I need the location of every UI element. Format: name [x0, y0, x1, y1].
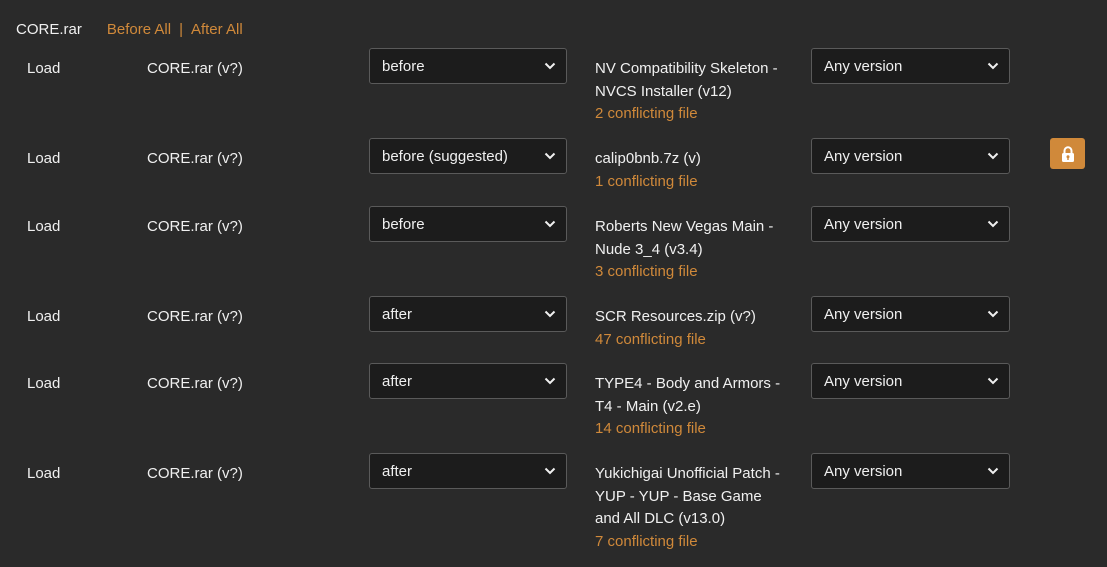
lock-icon: [1061, 145, 1074, 162]
version-select-value: Any version: [824, 372, 903, 390]
chevron-down-icon: [544, 310, 556, 318]
order-select-value: before: [382, 215, 425, 233]
order-select[interactable]: before (suggested): [369, 138, 567, 174]
conflicting-files-link[interactable]: 3 conflicting file: [595, 261, 790, 284]
file-name: CORE.rar: [16, 20, 82, 38]
target-mod-name: NV Compatibility Skeleton - NVCS Install…: [595, 60, 778, 100]
version-select-value: Any version: [824, 215, 903, 233]
order-select[interactable]: before: [369, 48, 567, 84]
after-all-link[interactable]: After All: [191, 21, 243, 38]
chevron-down-icon: [544, 377, 556, 385]
load-label: Load: [27, 465, 61, 482]
target-mod: TYPE4 - Body and Armors - T4 - Main (v2.…: [595, 373, 790, 441]
version-select-value: Any version: [824, 147, 903, 165]
chevron-down-icon: [544, 152, 556, 160]
chevron-down-icon: [987, 310, 999, 318]
order-select[interactable]: after: [369, 453, 567, 489]
version-select[interactable]: Any version: [811, 453, 1010, 489]
source-mod: CORE.rar (v?): [147, 218, 243, 235]
target-mod-name: TYPE4 - Body and Armors - T4 - Main (v2.…: [595, 375, 781, 415]
target-mod-name: SCR Resources.zip (v?): [595, 308, 756, 325]
order-select[interactable]: before: [369, 206, 567, 242]
load-label: Load: [27, 150, 61, 167]
conflicting-files-link[interactable]: 47 conflicting file: [595, 329, 790, 352]
target-mod-name: Roberts New Vegas Main - Nude 3_4 (v3.4): [595, 218, 774, 258]
order-select-value: after: [382, 305, 413, 323]
order-select-value: after: [382, 462, 413, 480]
version-select[interactable]: Any version: [811, 138, 1010, 174]
load-label: Load: [27, 375, 61, 392]
chevron-down-icon: [987, 377, 999, 385]
load-label: Load: [27, 308, 61, 325]
source-mod: CORE.rar (v?): [147, 60, 243, 77]
source-mod: CORE.rar (v?): [147, 375, 243, 392]
target-mod: calip0bnb.7z (v) 1 conflicting file: [595, 148, 790, 193]
version-select-value: Any version: [824, 462, 903, 480]
chevron-down-icon: [544, 467, 556, 475]
conflicting-files-link[interactable]: 2 conflicting file: [595, 103, 790, 126]
order-select-value: before (suggested): [382, 147, 508, 165]
order-select[interactable]: after: [369, 296, 567, 332]
chevron-down-icon: [544, 220, 556, 228]
separator: |: [179, 20, 183, 38]
order-select-value: before: [382, 57, 425, 75]
chevron-down-icon: [987, 220, 999, 228]
target-mod-name: Yukichigai Unofficial Patch - YUP - YUP …: [595, 465, 780, 527]
source-mod: CORE.rar (v?): [147, 465, 243, 482]
conflicting-files-link[interactable]: 7 conflicting file: [595, 531, 790, 554]
conflicting-files-link[interactable]: 1 conflicting file: [595, 171, 790, 194]
chevron-down-icon: [544, 62, 556, 70]
target-mod: NV Compatibility Skeleton - NVCS Install…: [595, 58, 790, 126]
version-select[interactable]: Any version: [811, 206, 1010, 242]
chevron-down-icon: [987, 152, 999, 160]
header: CORE.rar Before All | After All: [16, 19, 243, 39]
target-mod: Roberts New Vegas Main - Nude 3_4 (v3.4)…: [595, 216, 790, 284]
version-select-value: Any version: [824, 57, 903, 75]
load-label: Load: [27, 60, 61, 77]
before-all-link[interactable]: Before All: [107, 21, 171, 38]
load-label: Load: [27, 218, 61, 235]
chevron-down-icon: [987, 467, 999, 475]
chevron-down-icon: [987, 62, 999, 70]
target-mod: Yukichigai Unofficial Patch - YUP - YUP …: [595, 463, 790, 553]
version-select-value: Any version: [824, 305, 903, 323]
lock-button[interactable]: [1050, 138, 1085, 169]
order-select[interactable]: after: [369, 363, 567, 399]
version-select[interactable]: Any version: [811, 48, 1010, 84]
order-select-value: after: [382, 372, 413, 390]
conflicting-files-link[interactable]: 14 conflicting file: [595, 418, 790, 441]
version-select[interactable]: Any version: [811, 296, 1010, 332]
target-mod: SCR Resources.zip (v?) 47 conflicting fi…: [595, 306, 790, 351]
target-mod-name: calip0bnb.7z (v): [595, 150, 701, 167]
source-mod: CORE.rar (v?): [147, 150, 243, 167]
source-mod: CORE.rar (v?): [147, 308, 243, 325]
version-select[interactable]: Any version: [811, 363, 1010, 399]
